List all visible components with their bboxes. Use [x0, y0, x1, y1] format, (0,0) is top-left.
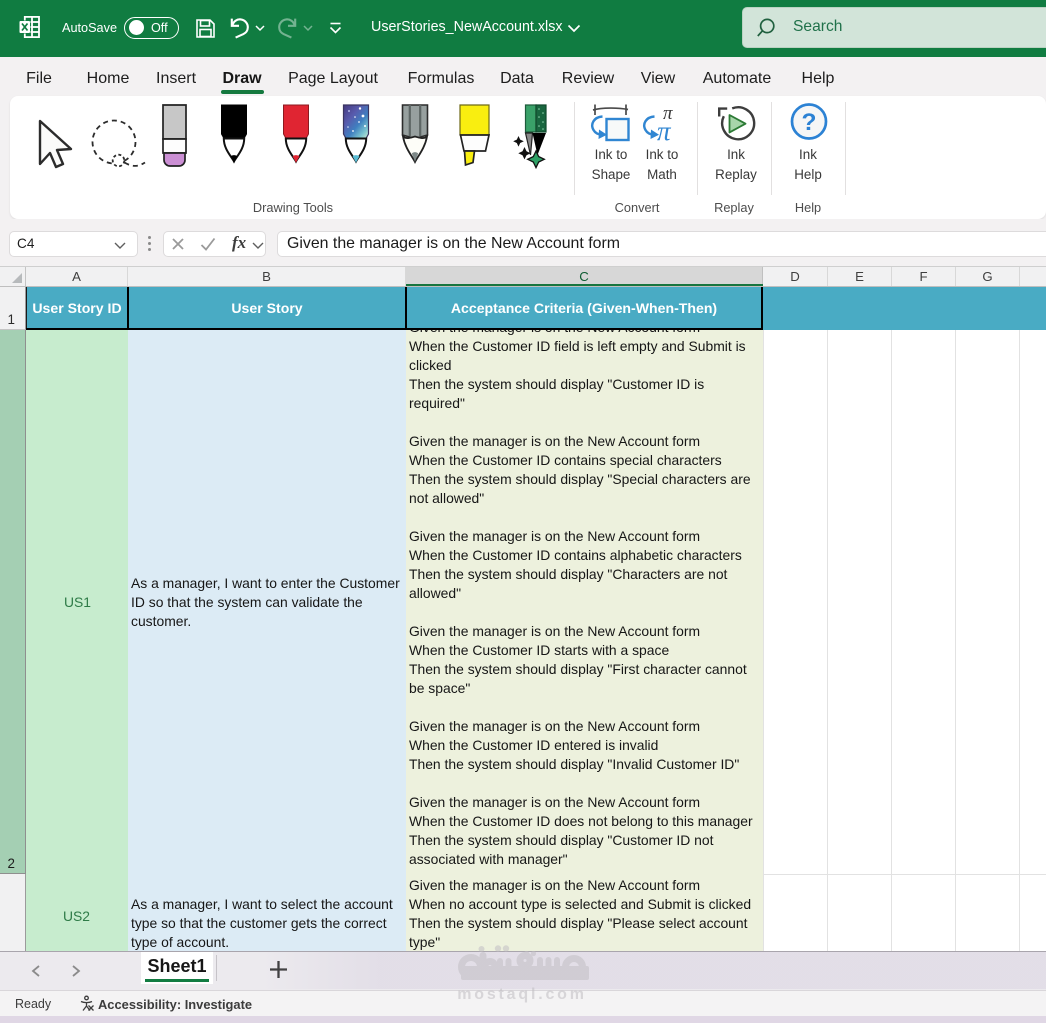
svg-text:π: π	[657, 116, 672, 144]
svg-text:mostaql.com: mostaql.com	[457, 986, 587, 1003]
svg-text:?: ?	[802, 109, 817, 136]
